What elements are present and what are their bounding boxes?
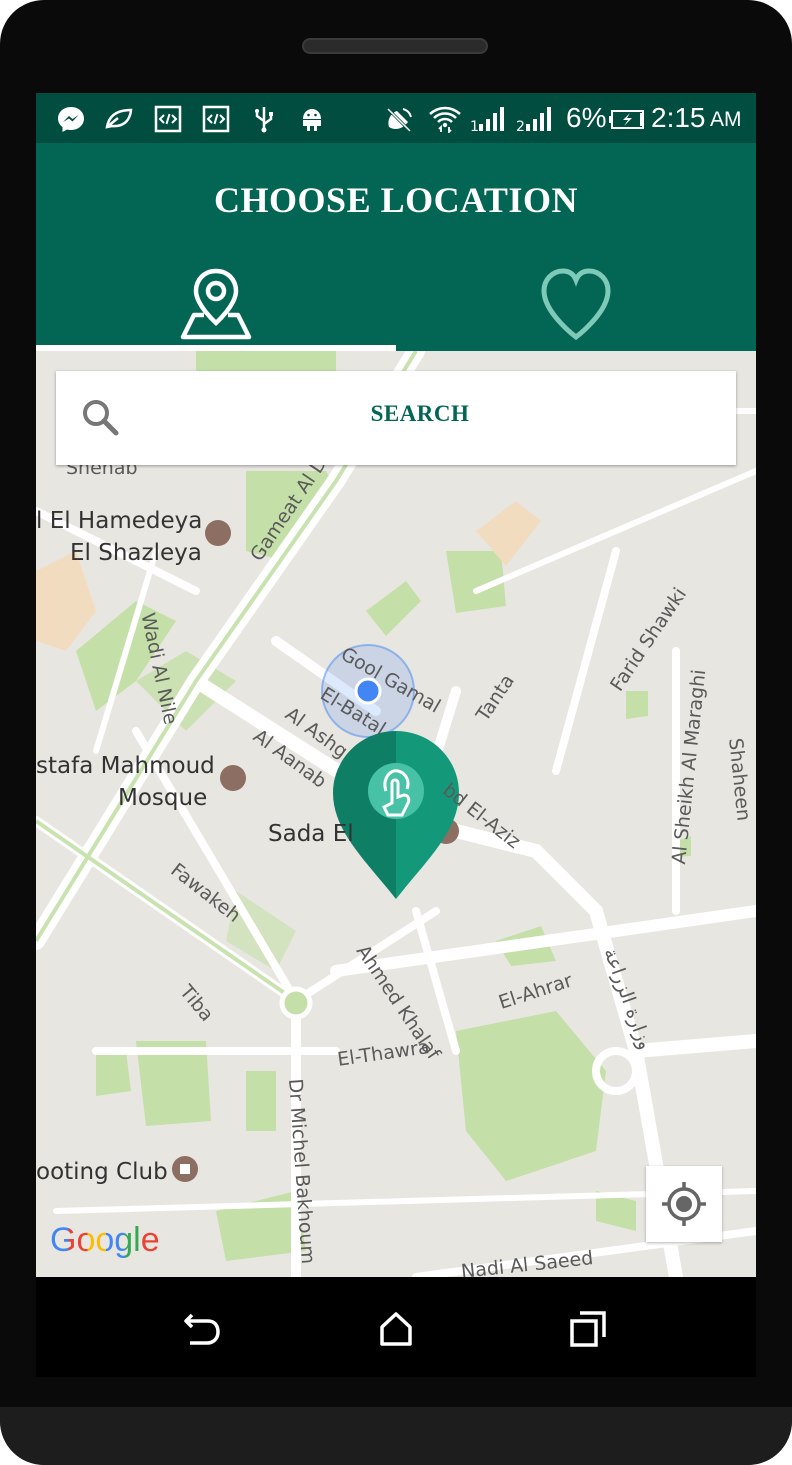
google-logo-text: Google <box>50 1221 160 1259</box>
google-attribution: Google <box>50 1221 160 1260</box>
home-icon[interactable] <box>374 1307 418 1351</box>
signal-1-icon: 1 <box>470 107 504 133</box>
poi-label: stafa Mahmoud <box>36 753 215 779</box>
code-icon <box>154 105 182 133</box>
tab-favorites[interactable] <box>396 261 756 347</box>
page-title: CHOOSE LOCATION <box>214 180 578 220</box>
svg-text:1: 1 <box>470 119 479 133</box>
messenger-icon <box>58 107 84 132</box>
android-icon <box>303 109 321 131</box>
speaker-grille <box>302 38 488 54</box>
heart-icon <box>541 268 611 341</box>
wifi-icon <box>429 106 461 133</box>
navigation-bar <box>36 1277 756 1377</box>
poi-label: Sada El <box>268 821 354 847</box>
tab-location[interactable] <box>36 261 396 347</box>
app-bar: CHOOSE LOCATION <box>36 143 756 351</box>
back-icon[interactable] <box>180 1307 224 1351</box>
poi-label: Mosque <box>118 785 208 811</box>
poi-label: l El Hamedeya <box>36 508 203 534</box>
status-bar: 1 2 6% 2:15 AM <box>36 93 756 143</box>
search-label: SEARCH <box>370 401 470 426</box>
recents-icon[interactable] <box>566 1307 610 1351</box>
code-icon <box>202 105 230 133</box>
battery-charging-icon <box>609 110 644 129</box>
usb-icon <box>255 107 273 133</box>
roundabout <box>279 986 313 1020</box>
battery-percent: 6% <box>566 102 607 133</box>
svg-text:2: 2 <box>516 119 525 133</box>
screen: 1 2 6% 2:15 AM CHOOSE LOCATION l El Hame… <box>36 93 756 1277</box>
no-sound-icon <box>386 107 412 133</box>
chrome-leaf-icon <box>105 108 133 129</box>
map-view[interactable] <box>36 351 756 1277</box>
my-location-button[interactable] <box>646 1166 722 1242</box>
clock-ampm: AM <box>710 108 742 131</box>
crosshair-icon <box>662 1182 706 1226</box>
signal-2-icon: 2 <box>516 107 551 133</box>
search-bar[interactable]: SEARCH <box>56 371 736 465</box>
map-pin-icon <box>180 268 252 340</box>
poi-label: El Shazleya <box>70 540 202 566</box>
poi-label: ooting Club <box>36 1159 168 1185</box>
clock-time: 2:15 <box>651 102 706 133</box>
phone-chin <box>0 1407 792 1465</box>
